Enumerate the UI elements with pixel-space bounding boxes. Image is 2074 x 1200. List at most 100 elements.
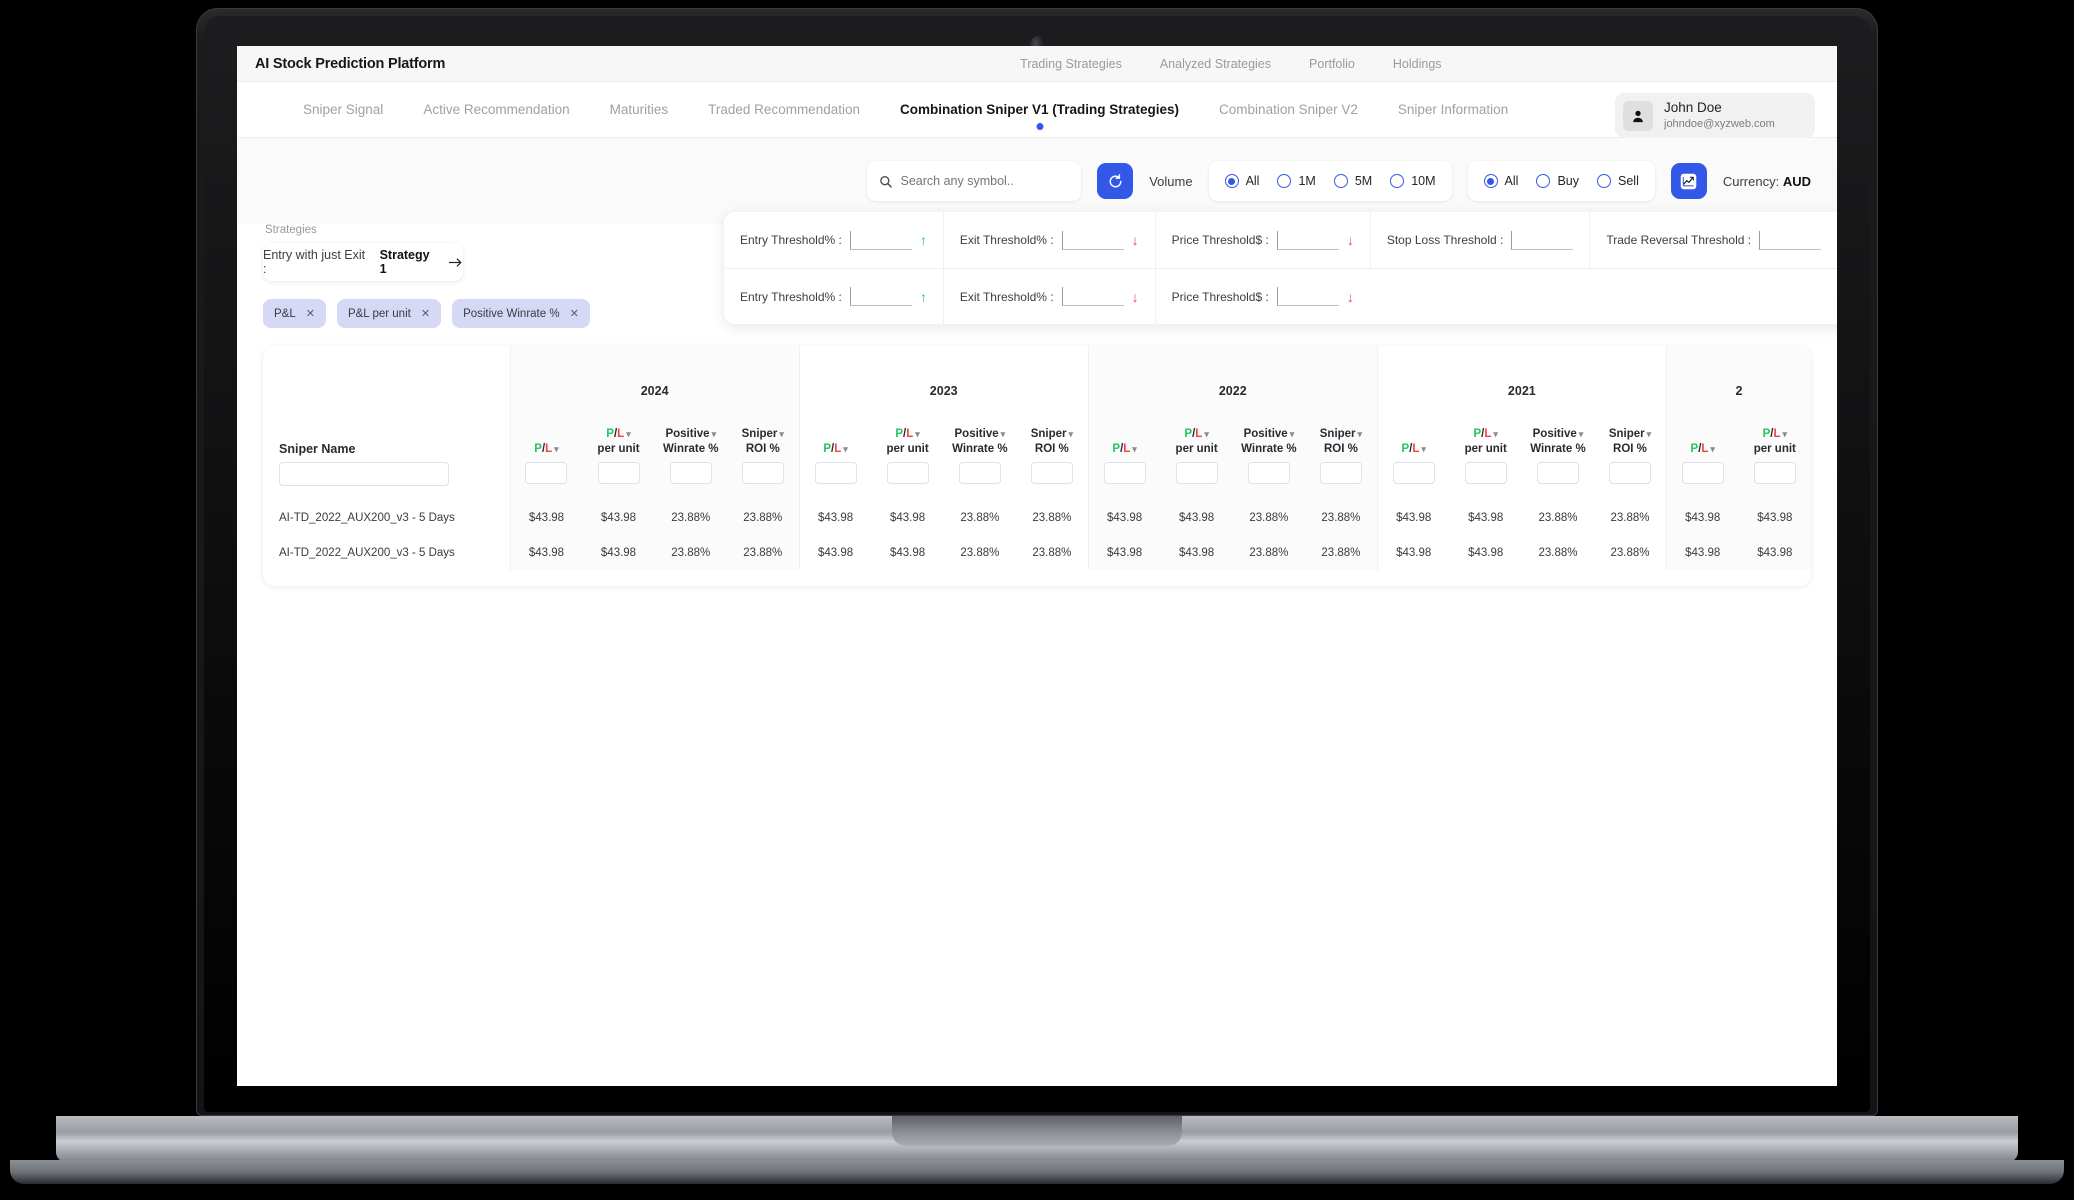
close-icon[interactable]: ✕ <box>306 307 315 320</box>
cell: 23.88% <box>1232 500 1306 535</box>
top-link-analyzed-strategies[interactable]: Analyzed Strategies <box>1160 57 1271 71</box>
tab-combination-sniper-v1[interactable]: Combination Sniper V1 (Trading Strategie… <box>900 102 1179 117</box>
header-2022-pl-per-unit[interactable]: P/L ▾ per unit <box>1160 408 1233 460</box>
tab-combination-sniper-v2[interactable]: Combination Sniper V2 <box>1219 102 1358 117</box>
filter-input[interactable] <box>1392 462 1435 484</box>
cell: 23.88% <box>654 500 727 535</box>
radio-dot-icon <box>1333 174 1348 188</box>
close-icon[interactable]: ✕ <box>421 307 430 320</box>
tab-maturities[interactable]: Maturities <box>610 102 669 117</box>
refresh-button[interactable] <box>1097 163 1134 199</box>
search-input[interactable] <box>900 174 1070 188</box>
threshold-exit-2-input[interactable] <box>1061 287 1124 306</box>
header-2024-sniper-roi[interactable]: Sniper ▾ ROI % <box>726 408 800 460</box>
filter-2020-pl-per-unit <box>1738 460 1811 500</box>
threshold-entry-2-input[interactable] <box>849 287 912 306</box>
filter-input[interactable] <box>1247 462 1290 484</box>
user-profile[interactable]: John Doe johndoe@xyzweb.com <box>1615 93 1815 139</box>
filter-input[interactable] <box>886 462 929 484</box>
cell: 23.88% <box>1032 511 1072 524</box>
filter-2020-pl <box>1665 460 1739 500</box>
filter-input[interactable] <box>1608 462 1651 484</box>
filter-input[interactable] <box>1175 462 1218 484</box>
chip-pl[interactable]: P&L ✕ <box>263 299 326 328</box>
filter-input[interactable] <box>1319 462 1362 484</box>
tab-active-recommendation[interactable]: Active Recommendation <box>423 102 569 117</box>
volume-option-1m[interactable]: 1M <box>1277 174 1316 188</box>
volume-option-all[interactable]: All <box>1224 174 1259 188</box>
threshold-entry-1-input[interactable] <box>849 230 912 250</box>
header-2021-positive-winrate[interactable]: Positive ▾ Winrate % <box>1522 408 1594 460</box>
filter-input[interactable] <box>1464 462 1507 484</box>
search-box[interactable] <box>867 161 1082 201</box>
filter-input[interactable] <box>597 462 640 484</box>
close-icon[interactable]: ✕ <box>570 307 579 320</box>
filter-input[interactable] <box>958 462 1001 484</box>
tab-sniper-information[interactable]: Sniper Information <box>1398 102 1508 117</box>
cell: $43.98 <box>1665 535 1739 570</box>
table-row[interactable]: AI-TD_2022_AUX200_v3 - 5 Days $43.98 $43… <box>263 500 1811 535</box>
threshold-entry-1-label: Entry Threshold% : <box>740 233 842 247</box>
top-link-trading-strategies[interactable]: Trading Strategies <box>1020 57 1122 71</box>
header-2022-sniper-roi[interactable]: Sniper ▾ ROI % <box>1305 408 1378 460</box>
side-option-all[interactable]: All <box>1483 174 1518 188</box>
filter-input[interactable] <box>1030 462 1073 484</box>
profile-email: johndoe@xyzweb.com <box>1664 117 1775 130</box>
header-2024-pl[interactable]: P/L ▾ <box>509 408 583 460</box>
chart-toggle-button[interactable] <box>1670 163 1707 199</box>
header-2024-pl-per-unit[interactable]: P/L ▾ per unit <box>582 408 655 460</box>
side-option-buy[interactable]: Buy <box>1536 174 1579 188</box>
cell: $43.98 <box>798 535 872 570</box>
header-2021-pl[interactable]: P/L ▾ <box>1376 408 1450 460</box>
filter-input[interactable] <box>669 462 712 484</box>
header-2023-sniper-roi[interactable]: Sniper ▾ ROI % <box>1016 408 1088 460</box>
header-2022-pl[interactable]: P/L ▾ <box>1087 408 1161 460</box>
filter-input[interactable] <box>525 462 568 484</box>
header-2022-positive-winrate[interactable]: Positive ▾ Winrate % <box>1232 408 1306 460</box>
cell: $43.98 <box>1160 500 1233 535</box>
filter-2024-pl <box>509 460 583 500</box>
radio-dot-icon <box>1597 174 1611 188</box>
cell: 23.88% <box>726 535 800 570</box>
cell: 23.88% <box>960 546 1000 559</box>
header-2021-pl-per-unit[interactable]: P/L ▾ per unit <box>1450 408 1522 460</box>
volume-option-10m[interactable]: 10M <box>1390 174 1436 188</box>
filter-input[interactable] <box>1103 462 1146 484</box>
volume-option-5m[interactable]: 5M <box>1333 174 1372 188</box>
tab-traded-recommendation[interactable]: Traded Recommendation <box>708 102 860 117</box>
header-2020-pl[interactable]: P/L ▾ <box>1665 408 1739 460</box>
radio-dot-icon <box>1277 174 1292 188</box>
top-link-portfolio[interactable]: Portfolio <box>1309 57 1355 71</box>
tab-sniper-signal[interactable]: Sniper Signal <box>303 102 383 117</box>
header-2021-sniper-roi[interactable]: Sniper ▾ ROI % <box>1594 408 1666 460</box>
header-2023-positive-winrate[interactable]: Positive ▾ Winrate % <box>944 408 1016 460</box>
threshold-trade-reversal-label: Trade Reversal Threshold : <box>1606 233 1752 247</box>
cell: 23.88% <box>1032 546 1072 559</box>
chip-pl-per-unit[interactable]: P&L per unit ✕ <box>336 299 442 328</box>
threshold-price-1-input[interactable] <box>1276 230 1339 250</box>
chip-positive-winrate[interactable]: Positive Winrate % ✕ <box>452 299 590 328</box>
top-link-holdings[interactable]: Holdings <box>1393 57 1442 71</box>
filter-input[interactable] <box>1753 462 1796 484</box>
header-2024-positive-winrate[interactable]: Positive ▾ Winrate % <box>654 408 727 460</box>
filter-input[interactable] <box>1536 462 1579 484</box>
row-sniper-name: AI-TD_2022_AUX200_v3 - 5 Days <box>279 546 455 559</box>
strategy-selector-card[interactable]: Entry with just Exit : Strategy 1 <box>263 243 463 281</box>
header-2020-pl-per-unit[interactable]: P/L ▾ per unit <box>1738 408 1811 460</box>
threshold-exit-1-input[interactable] <box>1061 230 1124 250</box>
threshold-stop-loss-input[interactable] <box>1511 230 1574 250</box>
threshold-trade-reversal-input[interactable] <box>1759 230 1822 250</box>
year-group-2023: 2023 <box>798 346 1089 408</box>
header-2023-pl[interactable]: P/L ▾ <box>798 408 872 460</box>
side-option-sell[interactable]: Sell <box>1597 174 1639 188</box>
filter-input[interactable] <box>814 462 857 484</box>
cell: $43.98 <box>509 500 583 535</box>
filter-input[interactable] <box>1681 462 1724 484</box>
table-row[interactable]: AI-TD_2022_AUX200_v3 - 5 Days $43.98 $43… <box>263 535 1811 570</box>
threshold-price-2-input[interactable] <box>1276 287 1339 306</box>
filter-sniper-name-input[interactable] <box>279 462 449 486</box>
header-2023-pl-per-unit[interactable]: P/L ▾ per unit <box>871 408 943 460</box>
filter-input[interactable] <box>741 462 784 484</box>
search-icon <box>880 175 892 188</box>
currency-display: Currency: AUD <box>1723 174 1811 189</box>
